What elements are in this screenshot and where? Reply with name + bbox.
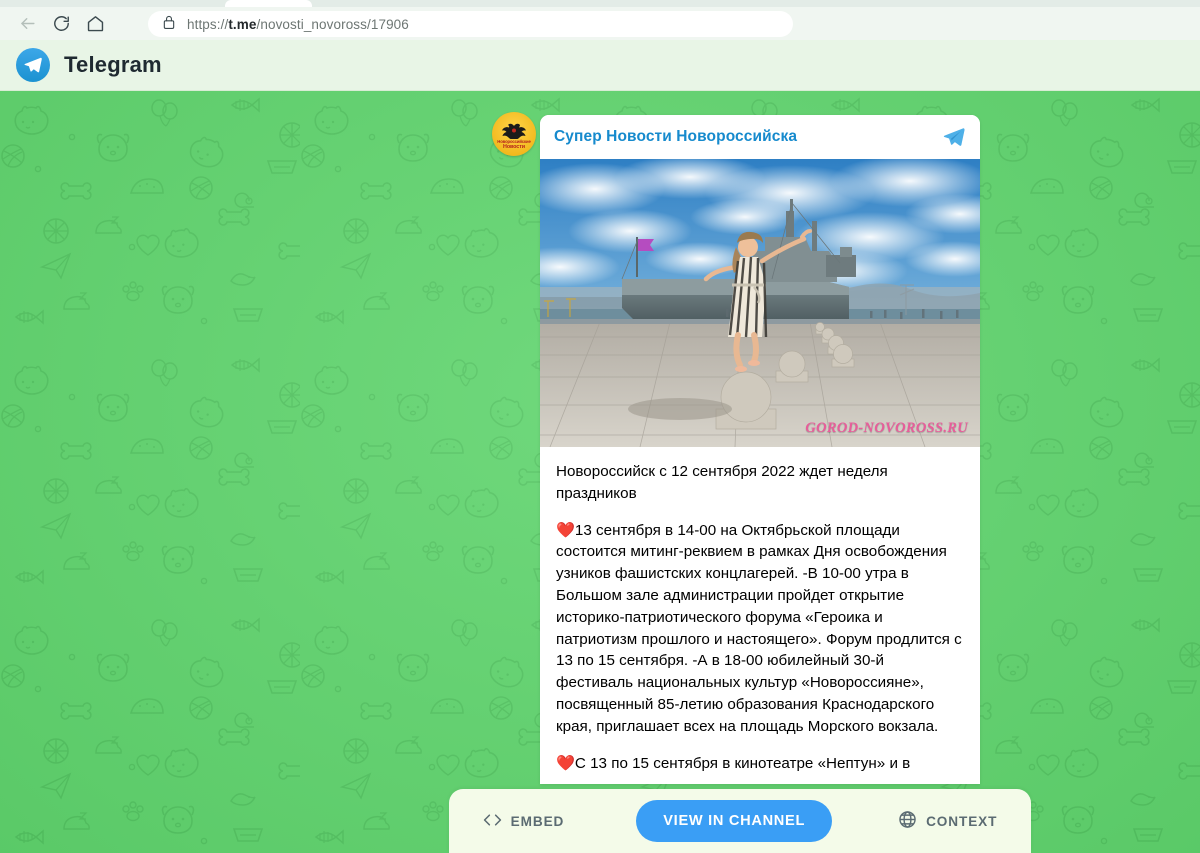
code-brackets-icon bbox=[483, 812, 502, 831]
url-bar[interactable]: https://t.me/novosti_novoross/17906 bbox=[148, 11, 793, 37]
view-in-channel-button[interactable]: VIEW IN CHANNEL bbox=[636, 800, 833, 842]
reload-icon[interactable] bbox=[44, 9, 78, 39]
context-button[interactable]: CONTEXT bbox=[898, 810, 997, 832]
browser-tab[interactable] bbox=[225, 0, 312, 7]
browser-toolbar: https://t.me/novosti_novoross/17906 bbox=[0, 7, 1200, 40]
heart-emoji-icon: ❤️ bbox=[556, 521, 575, 539]
avatar-text-line2: Новости bbox=[503, 143, 525, 150]
context-label: CONTEXT bbox=[926, 813, 998, 829]
post-paragraph-2: ❤️С 13 по 15 сентября в кинотеатре «Непт… bbox=[556, 753, 964, 775]
globe-icon bbox=[898, 810, 917, 832]
telegram-plane-logo[interactable] bbox=[16, 48, 50, 82]
channel-avatar[interactable]: Новороссийские Новости bbox=[492, 112, 536, 156]
padlock-icon bbox=[162, 14, 176, 35]
post-header[interactable]: Супер Новости Новороссийска bbox=[540, 115, 980, 159]
post-paragraph-1-text: 13 сентября в 14-00 на Октябрьской площа… bbox=[556, 521, 962, 735]
channel-name-link[interactable]: Супер Новости Новороссийска bbox=[554, 128, 940, 146]
page-title: Telegram bbox=[64, 52, 162, 77]
embed-button[interactable]: EMBED bbox=[483, 812, 565, 831]
post-action-bar: EMBED VIEW IN CHANNEL CONTEXT bbox=[449, 789, 1031, 853]
home-icon[interactable] bbox=[78, 9, 112, 39]
post-photo[interactable]: GOROD-NOVOROSS.RU bbox=[540, 159, 980, 447]
post-paragraph-2-text: С 13 по 15 сентября в кинотеатре «Нептун… bbox=[574, 754, 911, 772]
heart-emoji-icon-2: ❤️ bbox=[556, 754, 575, 772]
post-paragraph-1: ❤️13 сентября в 14-00 на Октябрьской пло… bbox=[556, 520, 964, 738]
browser-tab-strip bbox=[0, 0, 1200, 7]
post-title-text: Новороссийск с 12 сентября 2022 ждет нед… bbox=[556, 463, 888, 502]
back-arrow-icon[interactable] bbox=[10, 9, 44, 39]
url-text: https://t.me/novosti_novoross/17906 bbox=[187, 16, 409, 32]
double-headed-eagle-icon bbox=[502, 123, 526, 139]
telegram-plane-icon[interactable] bbox=[940, 123, 968, 151]
site-header: Telegram bbox=[0, 40, 1200, 91]
post-text: Новороссийск с 12 сентября 2022 ждет нед… bbox=[540, 447, 980, 784]
telegram-post-card: Супер Новости Новороссийска GOROD-NOVORO… bbox=[540, 115, 980, 785]
photo-watermark: GOROD-NOVOROSS.RU bbox=[805, 420, 968, 436]
embed-label: EMBED bbox=[510, 813, 565, 829]
